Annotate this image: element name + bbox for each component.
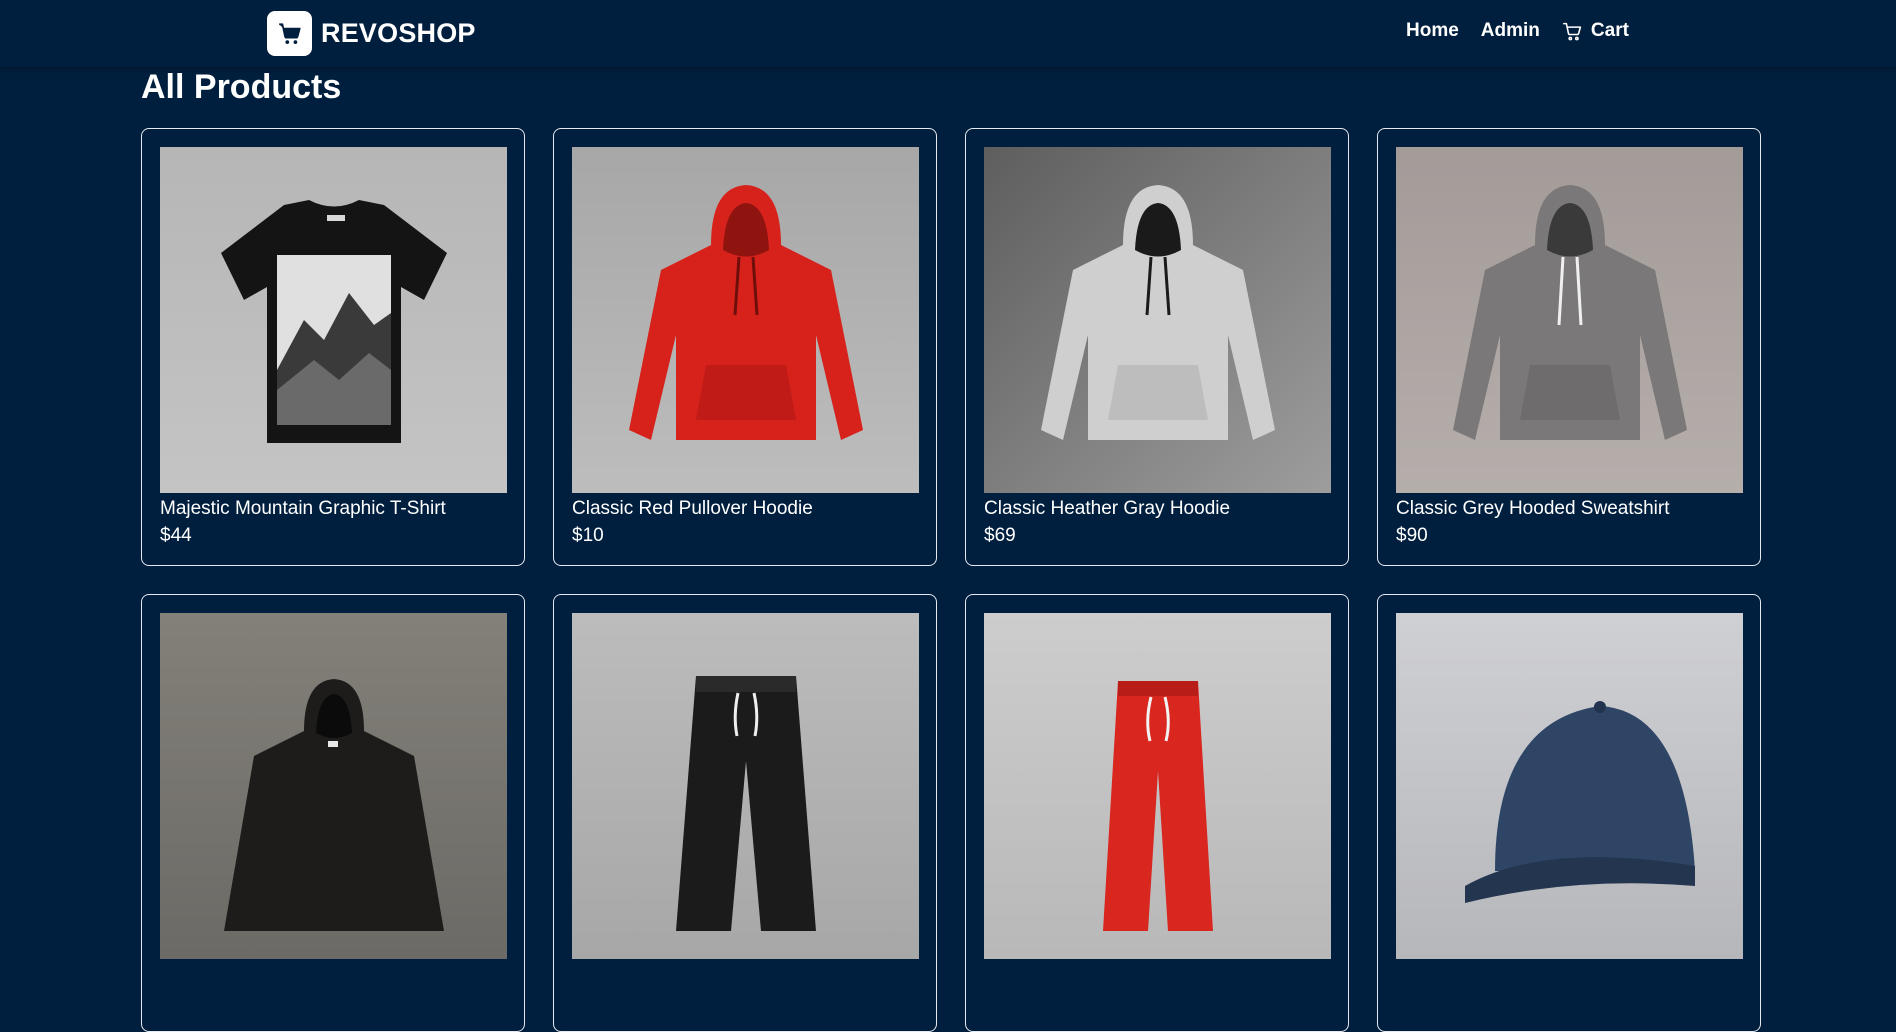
product-image[interactable] [1396,613,1743,959]
cart-icon [1562,21,1583,42]
product-name: Classic Grey Hooded Sweatshirt [1396,498,1670,519]
product-image[interactable] [160,147,507,493]
product-grid: Majestic Mountain Graphic T-Shirt $44 Cl… [141,128,1761,1032]
product-image[interactable] [984,613,1331,959]
nav-admin-link[interactable]: Admin [1481,20,1540,42]
product-card[interactable] [553,594,937,1032]
product-card[interactable] [141,594,525,1032]
product-name: Classic Red Pullover Hoodie [572,498,813,519]
product-card[interactable] [1377,594,1761,1032]
product-image[interactable] [984,147,1331,493]
page-title: All Products [141,68,342,106]
product-card[interactable]: Classic Grey Hooded Sweatshirt $90 [1377,128,1761,566]
product-price: $44 [160,525,192,546]
product-image[interactable] [1396,147,1743,493]
navbar: REVOSHOP Home Admin Cart [0,0,1896,67]
brand-name: REVOSHOP [321,18,476,48]
product-name: Majestic Mountain Graphic T-Shirt [160,498,446,519]
nav-cart-label: Cart [1590,20,1629,41]
nav-home-link[interactable]: Home [1406,20,1459,42]
product-name: Classic Heather Gray Hoodie [984,498,1231,519]
product-card[interactable]: Classic Heather Gray Hoodie $69 [965,128,1349,566]
nav-cart-link[interactable]: Cart [1562,20,1629,42]
main-nav: Home Admin Cart [1406,20,1629,42]
product-image[interactable] [572,147,919,493]
product-price: $10 [572,525,604,546]
product-card[interactable] [965,594,1349,1032]
product-image[interactable] [572,613,919,959]
product-image[interactable] [160,613,507,959]
product-price: $90 [1396,525,1428,546]
product-card[interactable]: Majestic Mountain Graphic T-Shirt $44 [141,128,525,566]
cart-icon [267,11,312,56]
brand-logo-link[interactable]: REVOSHOP [267,11,476,56]
product-price: $69 [984,525,1016,546]
product-card[interactable]: Classic Red Pullover Hoodie $10 [553,128,937,566]
